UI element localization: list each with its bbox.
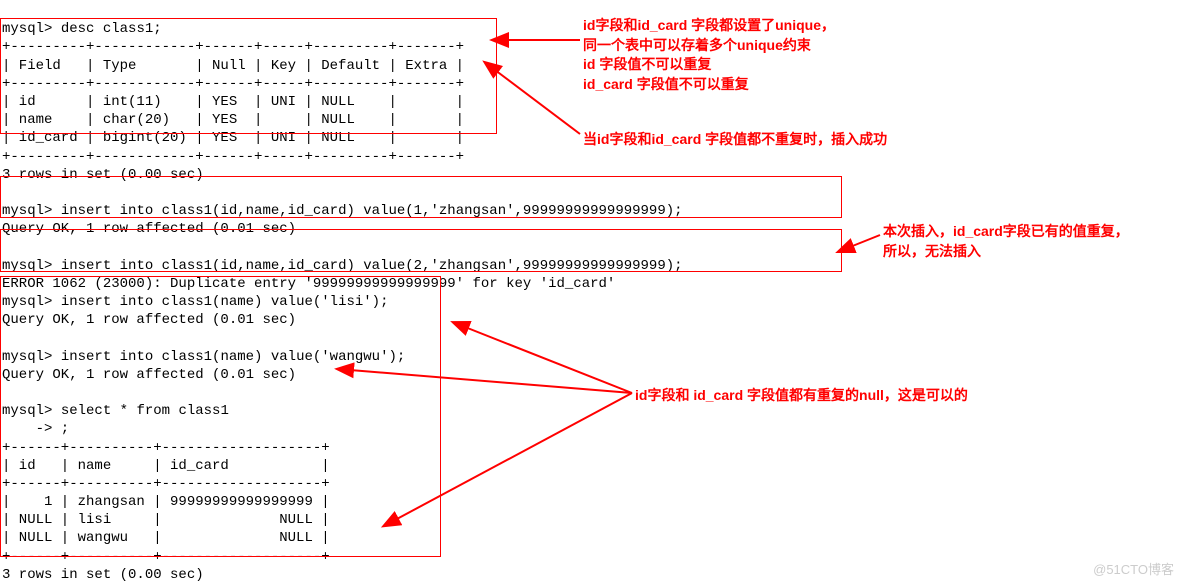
annotation-line: id 字段值不可以重复 xyxy=(583,55,835,75)
annotation-line: id字段和id_card 字段都设置了unique， xyxy=(583,16,835,36)
annotation-null-duplicate: id字段和 id_card 字段值都有重复的null，这是可以的 xyxy=(635,386,968,406)
annotation-insert-fail: 本次插入，id_card字段已有的值重复， 所以，无法插入 xyxy=(883,222,1129,261)
box-desc-table xyxy=(0,18,497,134)
annotation-line: 所以，无法插入 xyxy=(883,242,1129,262)
annotation-insert-success: 当id字段和id_card 字段值都不重复时，插入成功 xyxy=(583,130,887,150)
box-select-results xyxy=(0,276,441,557)
annotation-line: id_card 字段值不可以重复 xyxy=(583,75,835,95)
box-insert1 xyxy=(0,176,842,218)
annotation-line: 本次插入，id_card字段已有的值重复， xyxy=(883,222,1129,242)
result-msg: 3 rows in set (0.00 sec) xyxy=(2,567,204,583)
annotation-line: 当id字段和id_card 字段值都不重复时，插入成功 xyxy=(583,130,887,150)
annotation-line: 同一个表中可以存着多个unique约束 xyxy=(583,36,835,56)
watermark: @51CTO博客 xyxy=(1093,562,1174,579)
box-insert2 xyxy=(0,229,842,272)
annotation-line: id字段和 id_card 字段值都有重复的null，这是可以的 xyxy=(635,386,968,406)
table-border: +---------+------------+------+-----+---… xyxy=(2,149,464,165)
annotation-unique-explain: id字段和id_card 字段都设置了unique， 同一个表中可以存着多个un… xyxy=(583,16,835,94)
